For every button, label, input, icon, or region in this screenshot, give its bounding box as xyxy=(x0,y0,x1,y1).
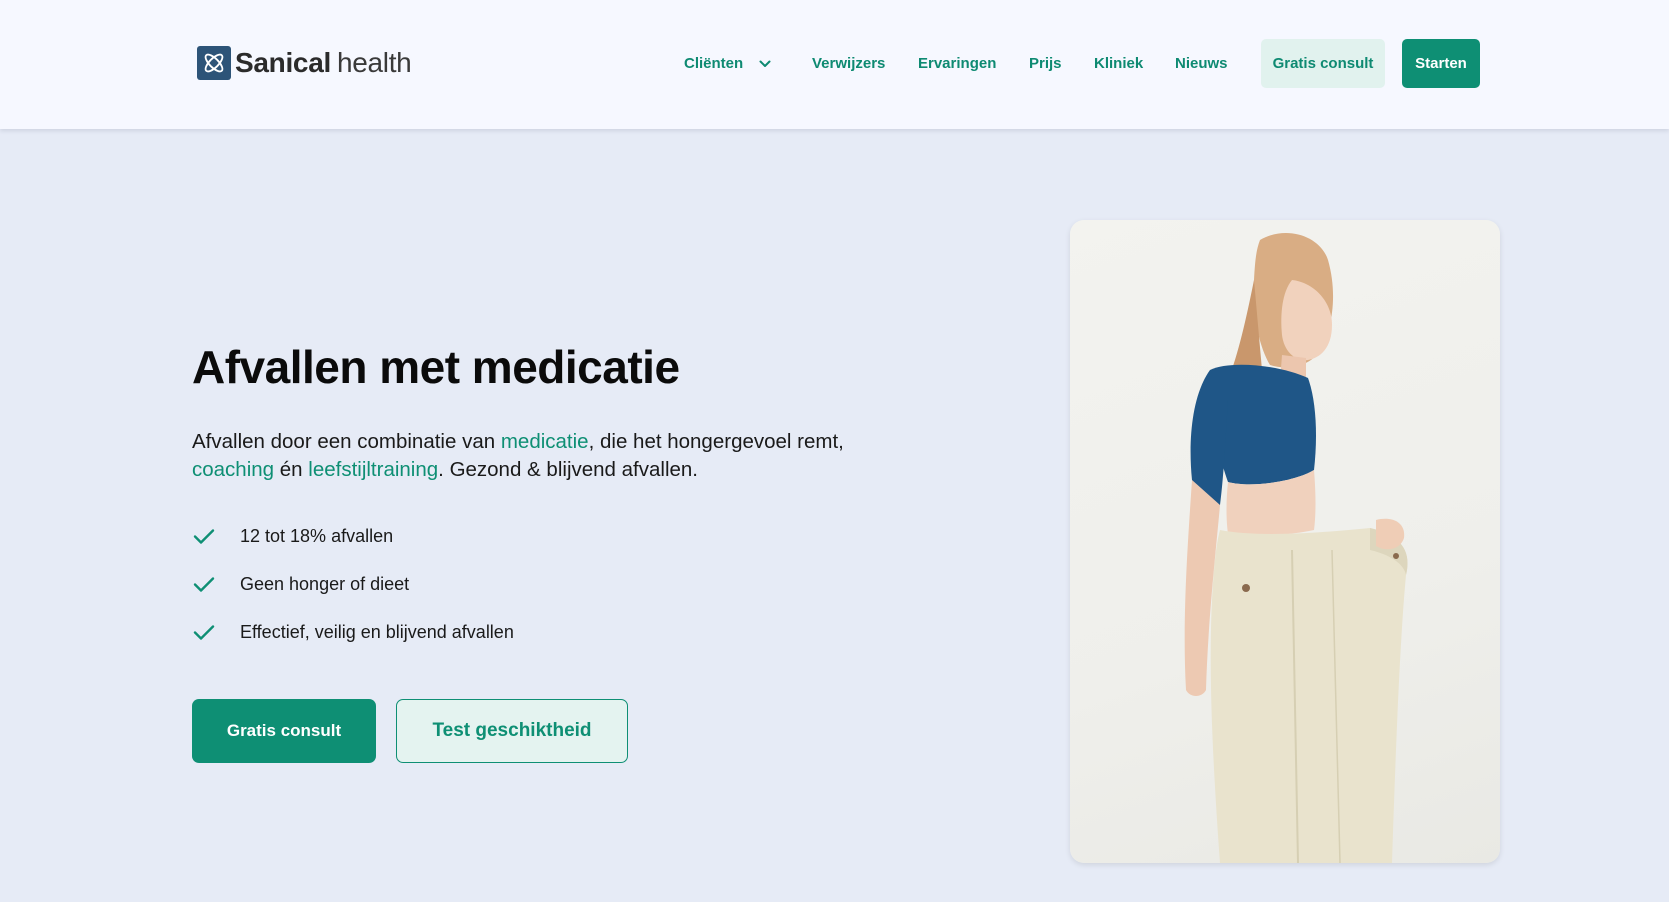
nav-item-label: Cliënten xyxy=(684,55,744,72)
benefit-text: Effectief, veilig en blijvend afvallen xyxy=(240,621,514,642)
nav-item-ervaringen[interactable]: Ervaringen xyxy=(918,39,996,89)
check-icon xyxy=(192,524,216,548)
nav-item-prijs[interactable]: Prijs xyxy=(1029,39,1062,89)
nav-item-verwijzers[interactable]: Verwijzers xyxy=(812,39,885,89)
link-leefstijltraining[interactable]: leefstijltraining xyxy=(308,458,438,481)
nav-item-nieuws[interactable]: Nieuws xyxy=(1175,39,1228,89)
hero-photo xyxy=(1070,220,1500,863)
header-start-button[interactable]: Starten xyxy=(1402,39,1480,88)
test-geschiktheid-button[interactable]: Test geschiktheid xyxy=(396,699,628,763)
list-item: Effectief, veilig en blijvend afvallen xyxy=(192,608,514,656)
link-coaching[interactable]: coaching xyxy=(192,458,274,481)
chevron-down-icon xyxy=(759,39,771,89)
gratis-consult-button[interactable]: Gratis consult xyxy=(192,699,376,763)
nav-item-kliniek[interactable]: Kliniek xyxy=(1094,39,1143,89)
check-icon xyxy=(192,620,216,644)
hero-photo-illustration xyxy=(1184,232,1408,863)
desc-text-3: én xyxy=(274,458,309,481)
desc-text-2: , die het hongergevoel remt, xyxy=(588,430,844,453)
desc-text-4: . Gezond & blijvend afvallen. xyxy=(438,458,698,481)
hero-title: Afvallen met medicatie xyxy=(192,341,680,393)
list-item: Geen honger of dieet xyxy=(192,560,514,608)
link-medicatie[interactable]: medicatie xyxy=(501,430,589,453)
benefit-text: Geen honger of dieet xyxy=(240,573,410,594)
header-consult-button[interactable]: Gratis consult xyxy=(1261,39,1385,88)
hero-description: Afvallen door een combinatie van medicat… xyxy=(192,428,892,484)
desc-text-1: Afvallen door een combinatie van xyxy=(192,430,501,453)
benefits-list: 12 tot 18% afvallen Geen honger of dieet… xyxy=(192,512,514,656)
check-icon xyxy=(192,572,216,596)
list-item: 12 tot 18% afvallen xyxy=(192,512,514,560)
nav-item-clienten[interactable]: Cliënten xyxy=(684,39,771,89)
benefit-text: 12 tot 18% afvallen xyxy=(240,525,394,546)
site-header: Sanical health Cliënten Verwijzers Ervar… xyxy=(0,0,1669,129)
